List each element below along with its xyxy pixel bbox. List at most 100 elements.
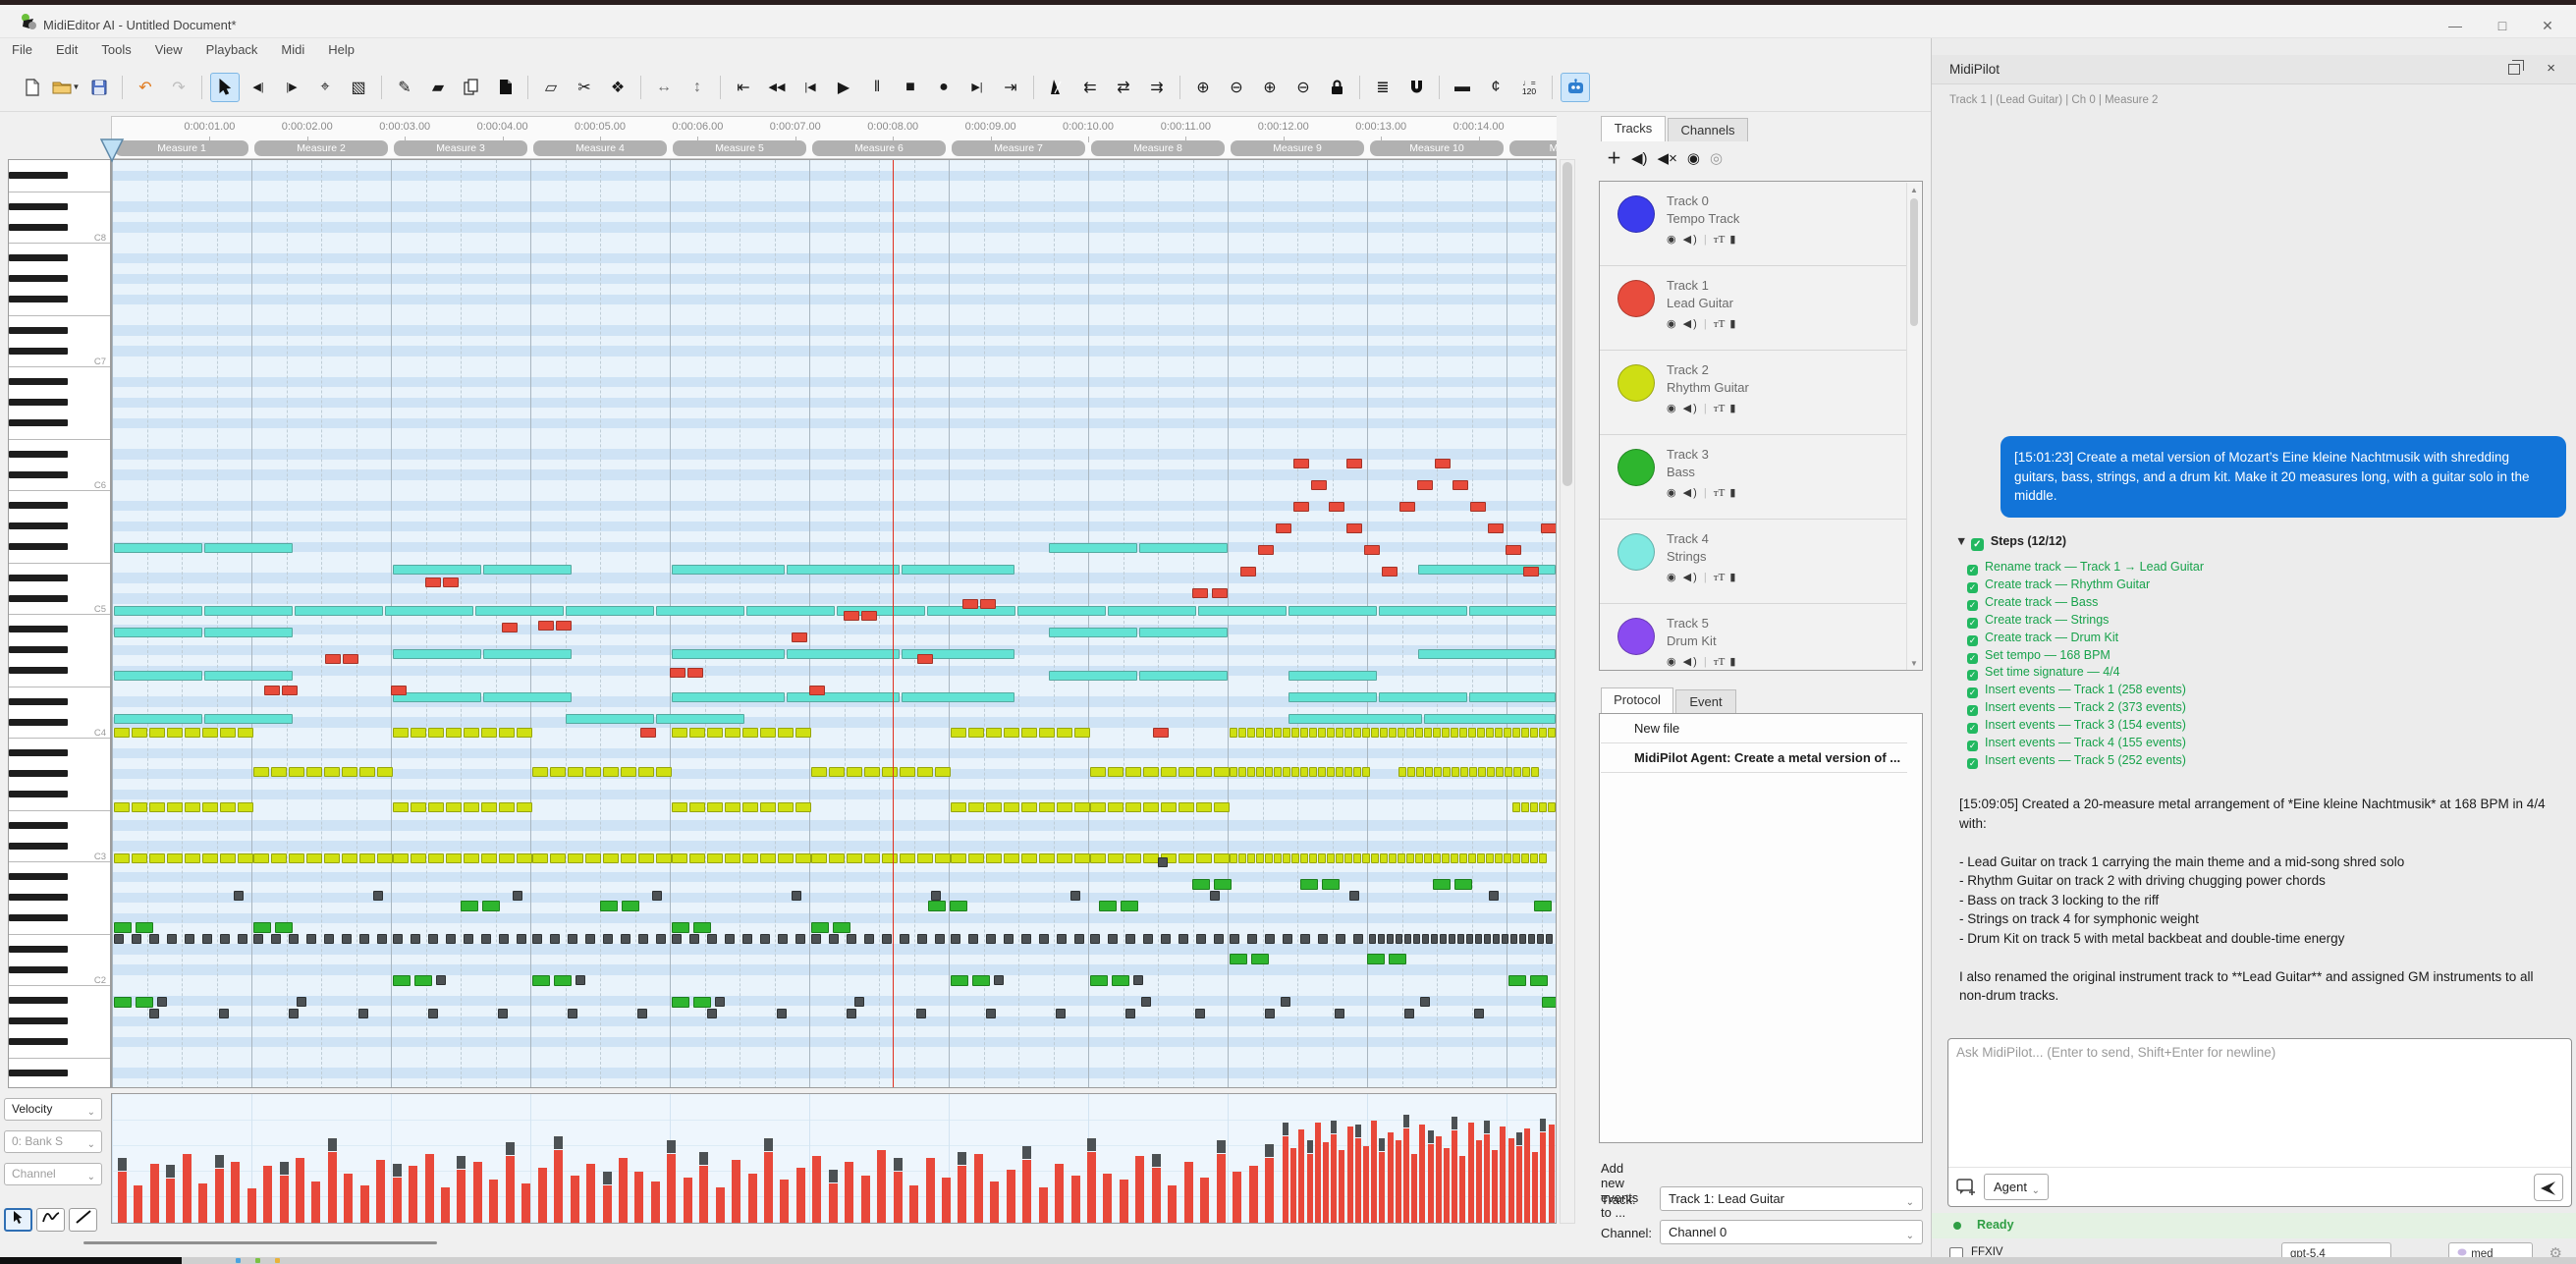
bass-note[interactable] [672,922,689,933]
rhythm-guitar-note[interactable] [1021,853,1037,863]
rhythm-guitar-note[interactable] [1309,853,1317,863]
rhythm-guitar-note[interactable] [499,802,515,812]
drum-note[interactable] [1074,934,1084,944]
lead-guitar-note[interactable] [1541,523,1557,533]
rhythm-guitar-note[interactable] [1125,853,1141,863]
black-key[interactable] [9,522,68,529]
rhythm-guitar-note[interactable] [760,853,776,863]
piano-roll[interactable] [111,159,1557,1088]
drum-note[interactable] [689,934,699,944]
velocity-bar[interactable] [829,1183,838,1223]
lead-guitar-note[interactable] [282,686,298,695]
bass-note[interactable] [951,975,968,986]
rhythm-guitar-note[interactable] [760,802,776,812]
rhythm-guitar-note[interactable] [1443,767,1451,777]
track-visible-icon[interactable]: ◉ [1667,487,1678,499]
track-row[interactable]: Track 3Bass◉ ◀) | тT ▮ [1600,435,1906,520]
rhythm-guitar-note[interactable] [968,802,984,812]
delete-track-icon[interactable]: ▮ [1729,318,1737,330]
strings-note[interactable] [672,565,785,575]
lead-guitar-note[interactable] [1470,502,1486,512]
velocity-bar[interactable] [1388,1132,1394,1223]
black-key[interactable] [9,626,68,632]
strings-note[interactable] [902,692,1014,702]
rhythm-guitar-note[interactable] [1074,853,1090,863]
drum-note[interactable] [185,934,194,944]
rhythm-guitar-note[interactable] [707,802,723,812]
rhythm-guitar-note[interactable] [1318,853,1326,863]
lead-guitar-note[interactable] [1523,567,1539,577]
rhythm-guitar-note[interactable] [1434,767,1442,777]
velocity-bar[interactable] [861,1176,870,1223]
rhythm-guitar-note[interactable] [568,767,583,777]
black-key[interactable] [9,172,68,179]
rhythm-guitar-note[interactable] [393,853,409,863]
rhythm-guitar-note[interactable] [1039,802,1055,812]
bass-note[interactable] [1542,997,1557,1008]
stretch-vertical-button[interactable]: ↕ [683,73,712,102]
delete-track-icon[interactable]: ▮ [1729,403,1737,414]
drum-note[interactable] [575,975,585,985]
channel-select[interactable]: Channel 0⌄ [1660,1220,1923,1244]
rhythm-guitar-note[interactable] [517,802,532,812]
strings-note[interactable] [566,606,654,616]
drum-note[interactable] [271,934,281,944]
rhythm-guitar-note[interactable] [149,728,165,738]
drum-note[interactable] [1070,891,1080,901]
velocity-bar[interactable] [1168,1185,1177,1223]
rhythm-guitar-note[interactable] [829,767,845,777]
glue-tool-button[interactable]: ▱ [536,73,566,102]
velocity-bar[interactable] [732,1160,740,1223]
rhythm-guitar-note[interactable] [1090,802,1106,812]
rhythm-guitar-note[interactable] [481,802,497,812]
rhythm-guitar-note[interactable] [202,853,218,863]
rhythm-guitar-note[interactable] [1495,728,1503,738]
rhythm-guitar-note[interactable] [1161,802,1177,812]
velocity-bar[interactable] [1549,1125,1555,1223]
chat-input[interactable] [1956,1045,2563,1163]
velocity-bar[interactable] [764,1152,773,1223]
drum-note[interactable] [114,934,124,944]
rhythm-guitar-note[interactable] [1004,728,1019,738]
rhythm-guitar-note[interactable] [532,853,548,863]
lead-guitar-note[interactable] [1488,523,1504,533]
rhythm-guitar-note[interactable] [1398,767,1406,777]
drum-note[interactable] [499,934,509,944]
drum-note[interactable] [550,934,560,944]
rhythm-guitar-note[interactable] [306,853,322,863]
drum-note[interactable] [742,934,752,944]
lead-guitar-note[interactable] [1435,459,1451,468]
strings-note[interactable] [1469,692,1556,702]
velocity-bar[interactable] [441,1187,450,1223]
rhythm-guitar-note[interactable] [1442,853,1450,863]
drum-note[interactable] [715,997,725,1007]
bass-note[interactable] [600,901,618,911]
strings-note[interactable] [204,606,293,616]
rhythm-guitar-note[interactable] [1108,802,1124,812]
drum-note[interactable] [707,1009,717,1018]
rhythm-guitar-note[interactable] [760,728,776,738]
rhythm-guitar-note[interactable] [1353,853,1361,863]
drum-note[interactable] [428,934,438,944]
rhythm-guitar-note[interactable] [1539,853,1547,863]
strings-note[interactable] [393,649,481,659]
drum-note[interactable] [1489,891,1499,901]
rhythm-guitar-note[interactable] [1300,853,1308,863]
select-right-button[interactable]: |▶ [277,73,306,102]
bass-note[interactable] [414,975,432,986]
drum-note[interactable] [847,934,856,944]
rhythm-guitar-note[interactable] [393,802,409,812]
bass-note[interactable] [1508,975,1526,986]
velocity-bar[interactable] [150,1164,159,1223]
drum-note[interactable] [1021,934,1031,944]
velocity-bar[interactable] [894,1172,903,1223]
velocity-bar[interactable] [1524,1128,1530,1223]
drum-note[interactable] [652,891,662,901]
drum-note[interactable] [289,934,299,944]
velocity-bar[interactable] [215,1169,224,1223]
drum-note[interactable] [900,934,909,944]
rhythm-guitar-note[interactable] [411,728,426,738]
rhythm-guitar-note[interactable] [707,853,723,863]
drum-note[interactable] [1178,934,1188,944]
rhythm-guitar-note[interactable] [638,853,654,863]
